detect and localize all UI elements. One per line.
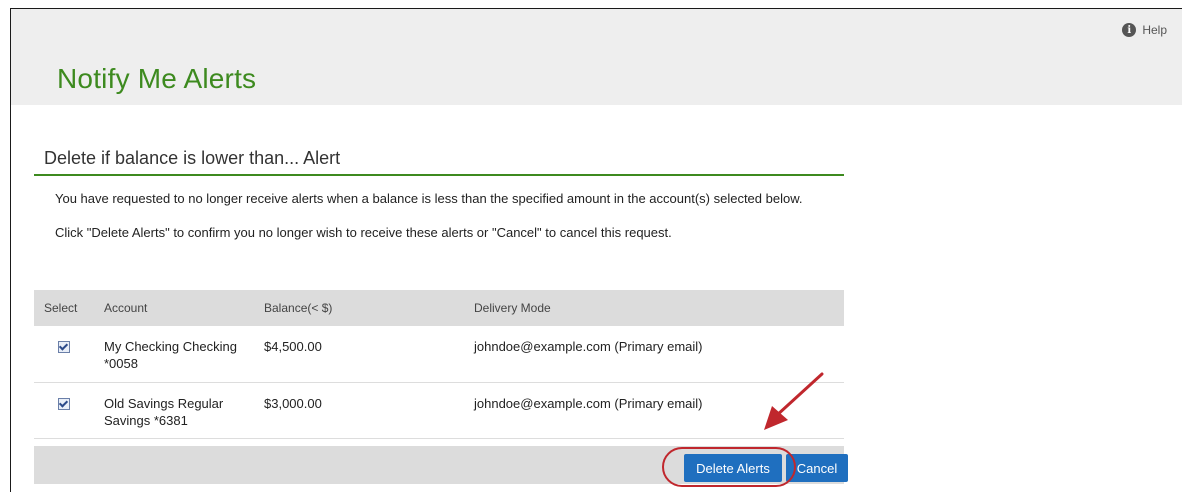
confirmation-message: You have requested to no longer receive … [55, 191, 803, 206]
delivery-mode-cell: johndoe@example.com (Primary email) [474, 395, 703, 411]
help-label: Help [1142, 23, 1167, 37]
select-cell [34, 382, 104, 438]
row-checkbox[interactable] [58, 397, 70, 410]
page-title: Notify Me Alerts [57, 63, 257, 94]
table-row: Old Savings Regular Savings *6381 $3,000… [34, 382, 844, 438]
balance-cell: $4,500.00 [264, 339, 322, 354]
page-header: i Help Notify Me Alerts [11, 9, 1182, 105]
section-title: Delete if balance is lower than... Alert [34, 148, 844, 176]
table-row: My Checking Checking *0058 $4,500.00 joh… [34, 326, 844, 382]
help-link[interactable]: i Help [1122, 23, 1167, 37]
table-header-row: Select Account Balance(< $) Delivery Mod… [34, 290, 844, 326]
account-cell: My Checking Checking *0058 [104, 339, 237, 371]
delivery-mode-cell: johndoe@example.com (Primary email) [474, 339, 703, 354]
delete-alert-section: Delete if balance is lower than... Alert… [34, 148, 844, 242]
info-icon: i [1122, 23, 1137, 37]
column-header-account: Account [104, 301, 148, 315]
column-header-balance: Balance(< $) [264, 301, 333, 315]
column-header-delivery-mode: Delivery Mode [474, 301, 551, 315]
balance-cell: $3,000.00 [264, 395, 322, 411]
select-cell [34, 326, 104, 382]
action-bar: Delete Alerts Cancel [34, 446, 848, 484]
cancel-button[interactable]: Cancel [786, 454, 848, 482]
column-header-select: Select [44, 301, 78, 315]
row-checkbox[interactable] [58, 341, 70, 353]
alerts-table: Select Account Balance(< $) Delivery Mod… [34, 290, 844, 439]
account-cell: Old Savings Regular Savings *6381 [104, 395, 224, 428]
delete-alerts-button[interactable]: Delete Alerts [684, 454, 782, 482]
instruction-message: Click "Delete Alerts" to confirm you no … [55, 225, 672, 240]
